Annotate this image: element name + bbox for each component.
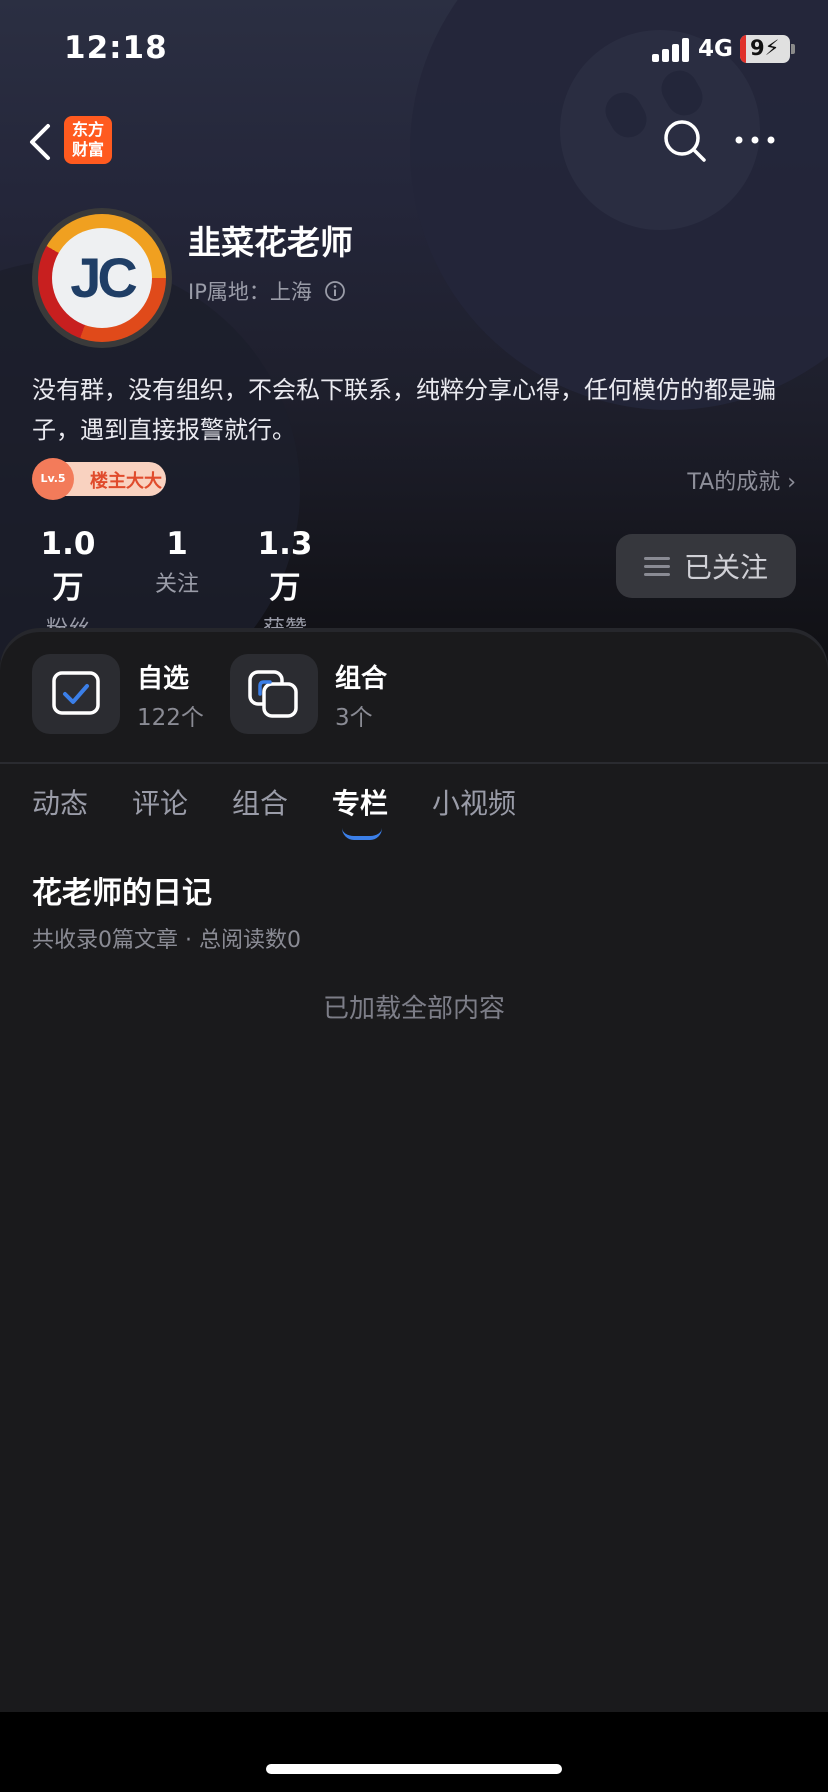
- column-title[interactable]: 花老师的日记: [32, 868, 212, 912]
- profile-name: 韭菜花老师: [188, 223, 353, 262]
- more-options-icon[interactable]: [734, 130, 776, 150]
- watchlist-check-icon: [32, 654, 120, 734]
- battery-level: 9: [750, 36, 765, 60]
- app-logo-line2: 财富: [71, 140, 104, 159]
- stat-fans[interactable]: 1.0万 粉丝: [32, 526, 104, 643]
- avatar[interactable]: JC: [32, 208, 172, 348]
- achievements-link[interactable]: TA的成就 ›: [687, 464, 796, 496]
- level-icon: Lv.5: [32, 458, 74, 500]
- stat-value: 1.0万: [40, 526, 96, 606]
- battery-cap: [791, 44, 795, 54]
- shortcut-count: 122个: [137, 705, 204, 731]
- tab-comments[interactable]: 评论: [132, 782, 188, 822]
- stat-likes[interactable]: 1.3万 获赞: [246, 526, 324, 643]
- info-icon[interactable]: [324, 280, 346, 302]
- stat-value: 1: [166, 526, 188, 562]
- search-icon[interactable]: [662, 118, 708, 164]
- app-logo[interactable]: 东方 财富: [64, 116, 112, 164]
- avatar-logo-text: JC: [52, 228, 152, 328]
- home-indicator[interactable]: [266, 1764, 562, 1774]
- shortcut-count: 3个: [335, 705, 373, 731]
- battery-icon: 9⚡: [740, 35, 790, 63]
- shortcut-title: 组合: [335, 664, 388, 694]
- content-panel: 自选 122个 组合 3个 动态 评论 组合 专栏 小视频 花老师的日记 共收录…: [0, 632, 828, 1712]
- level-badge[interactable]: Lv.5 楼主大大: [32, 458, 166, 500]
- stat-value: 1.3万: [257, 526, 313, 606]
- tab-column[interactable]: 专栏: [332, 782, 388, 822]
- bottom-safe-area: [0, 1712, 828, 1792]
- menu-lines-icon: [643, 555, 670, 577]
- divider: [0, 762, 828, 764]
- tab-short-video[interactable]: 小视频: [432, 782, 516, 822]
- tab-portfolio[interactable]: 组合: [232, 782, 288, 822]
- ip-location: IP属地：上海: [188, 280, 312, 304]
- all-loaded-text: 已加载全部内容: [322, 994, 505, 1024]
- shortcut-portfolio[interactable]: 组合 3个: [230, 654, 410, 734]
- portfolio-icon: [230, 654, 318, 734]
- stat-label: 关注: [154, 572, 199, 597]
- column-meta: 共收录0篇文章 · 总阅读数0: [32, 928, 301, 953]
- tab-posts[interactable]: 动态: [32, 782, 88, 822]
- status-time: 12:18: [64, 30, 168, 66]
- shortcut-watchlist[interactable]: 自选 122个: [32, 654, 212, 734]
- status-bar: 12:18 4G 9⚡: [0, 0, 828, 100]
- cellular-signal-icon: [652, 36, 692, 62]
- app-logo-line1: 东方: [71, 120, 104, 139]
- shortcut-title: 自选: [137, 664, 190, 694]
- network-type: 4G: [698, 36, 733, 62]
- back-arrow-icon[interactable]: [26, 122, 56, 162]
- followed-button[interactable]: 已关注: [616, 534, 796, 598]
- profile-bio: 没有群，没有组织，不会私下联系，纯粹分享心得，任何模仿的都是骗子，遇到直接报警就…: [32, 376, 776, 444]
- followed-button-label: 已关注: [683, 551, 768, 584]
- active-tab-indicator: [342, 828, 382, 840]
- stat-following[interactable]: 1 关注: [144, 526, 210, 598]
- level-title: 楼主大大: [90, 471, 162, 492]
